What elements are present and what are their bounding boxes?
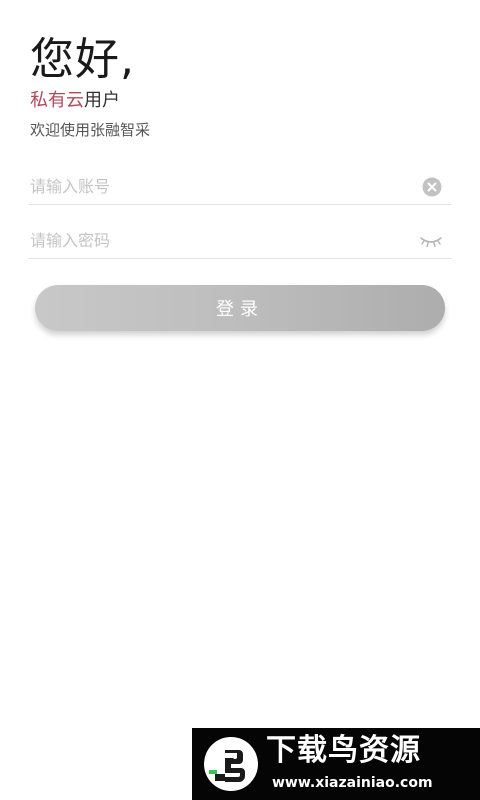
account-input[interactable] — [28, 168, 410, 204]
watermark-title: 下载鸟资源 — [266, 733, 421, 768]
welcome-text: 欢迎使用张融智采 — [30, 121, 151, 139]
watermark-url: www.xiazainiao.com — [272, 775, 433, 791]
password-field — [28, 222, 452, 259]
greeting-title: 您好, — [30, 34, 135, 85]
eye-closed-icon[interactable] — [420, 234, 442, 248]
user-type-label: 用户 — [84, 90, 120, 111]
brand-name: 私有云 — [30, 90, 84, 111]
bird-logo-icon — [204, 737, 258, 791]
watermark-banner: 下载鸟资源 www.xiazainiao.com — [192, 728, 480, 800]
user-type-subtitle: 私有云用户 — [30, 88, 120, 114]
clear-icon-graphic — [422, 177, 442, 197]
clear-icon[interactable] — [422, 177, 442, 197]
password-input[interactable] — [28, 222, 410, 258]
login-button[interactable]: 登录 — [35, 285, 445, 331]
account-field — [28, 168, 452, 205]
eye-closed-icon-graphic — [420, 237, 442, 248]
